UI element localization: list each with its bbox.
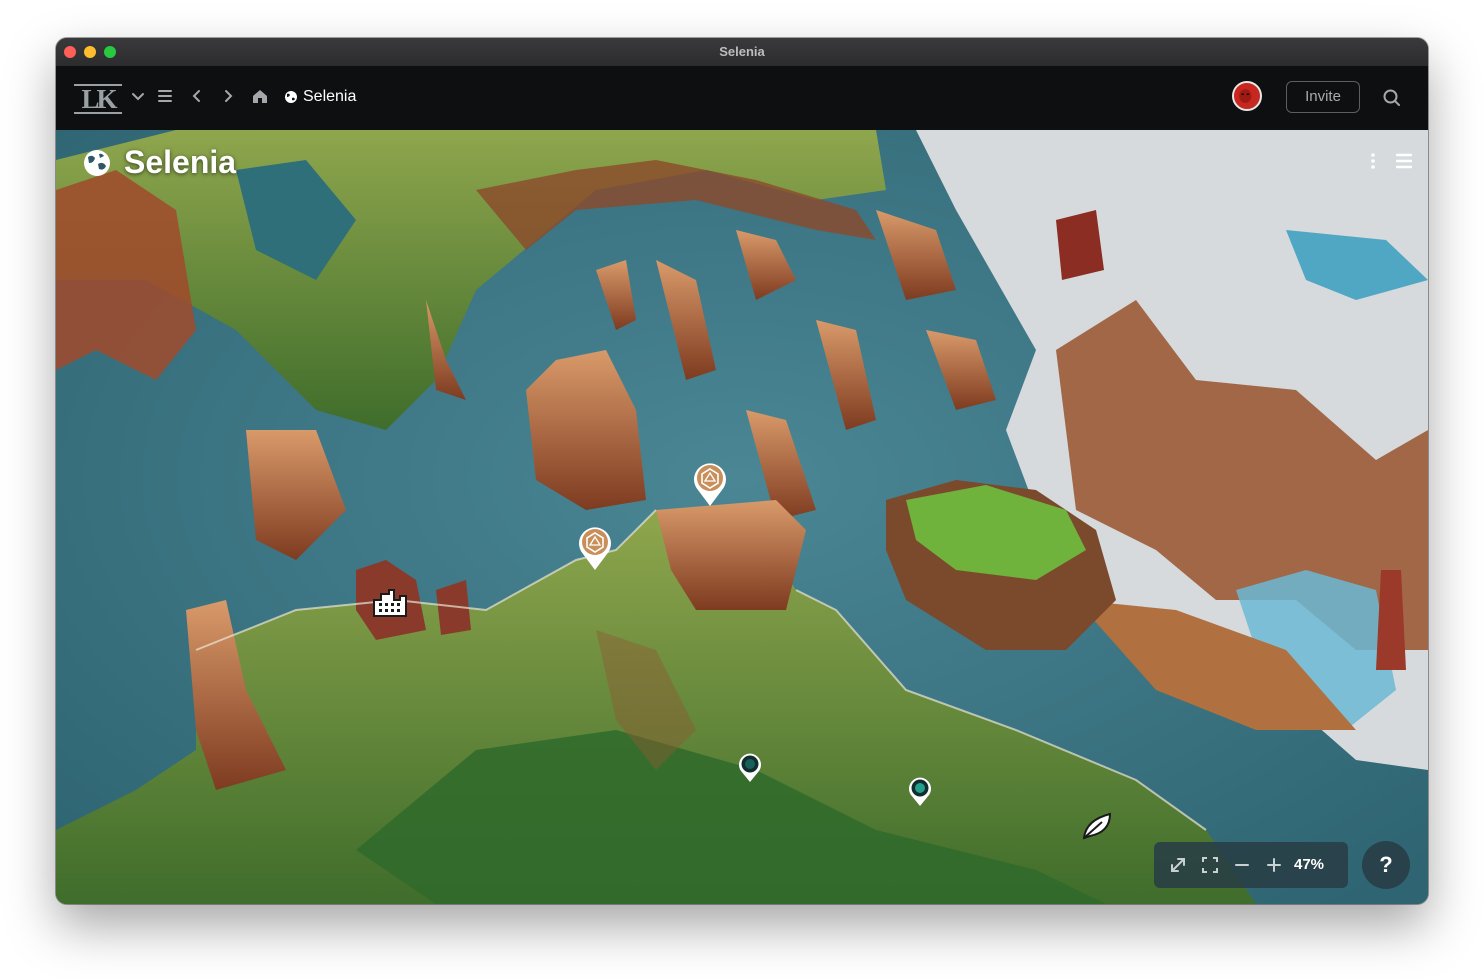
pin-d20-west[interactable] [576,524,614,577]
invite-button[interactable]: Invite [1286,81,1360,113]
zoom-level: 47% [1294,856,1325,873]
more-options-icon[interactable] [1366,152,1380,170]
back-icon[interactable] [188,87,206,105]
map-title-text: Selenia [124,144,237,180]
avatar[interactable] [1232,81,1262,111]
title-bar: Selenia [56,38,1428,67]
map-canvas[interactable]: Selenia 47% ? [56,130,1428,904]
pin-teal-light[interactable] [907,776,933,813]
pin-teal-dark[interactable] [737,752,763,789]
pin-d20-north[interactable] [691,460,729,513]
city-icon [373,589,407,617]
chevron-down-icon[interactable] [129,87,147,105]
map-marker-icon [909,777,931,806]
forward-icon[interactable] [219,87,237,105]
map-menu-icon[interactable] [1395,152,1413,170]
help-button[interactable]: ? [1362,841,1410,889]
pin-city[interactable] [372,588,408,623]
globe-icon [285,91,297,103]
leaf-icon [1082,812,1112,840]
map-marker-icon [739,753,761,782]
app-window: Selenia LK Selenia Invite Selenia 47% ? [56,38,1428,904]
menu-icon[interactable] [156,87,174,105]
home-icon[interactable] [251,87,269,105]
globe-icon [84,149,110,176]
window-title: Selenia [719,44,765,59]
expand-icon[interactable] [1168,855,1188,875]
zoom-in-icon[interactable] [1264,855,1284,875]
map-title: Selenia [82,144,236,181]
app-logo[interactable]: LK [74,84,122,114]
zoom-controls: 47% [1154,842,1348,888]
search-icon[interactable] [1382,88,1402,108]
app-toolbar: LK Selenia Invite [56,66,1428,134]
breadcrumb[interactable]: Selenia [284,87,356,107]
zoom-out-icon[interactable] [1232,855,1252,875]
breadcrumb-label: Selenia [303,88,357,105]
fit-screen-icon[interactable] [1200,855,1220,875]
pin-leaf[interactable] [1080,810,1116,847]
